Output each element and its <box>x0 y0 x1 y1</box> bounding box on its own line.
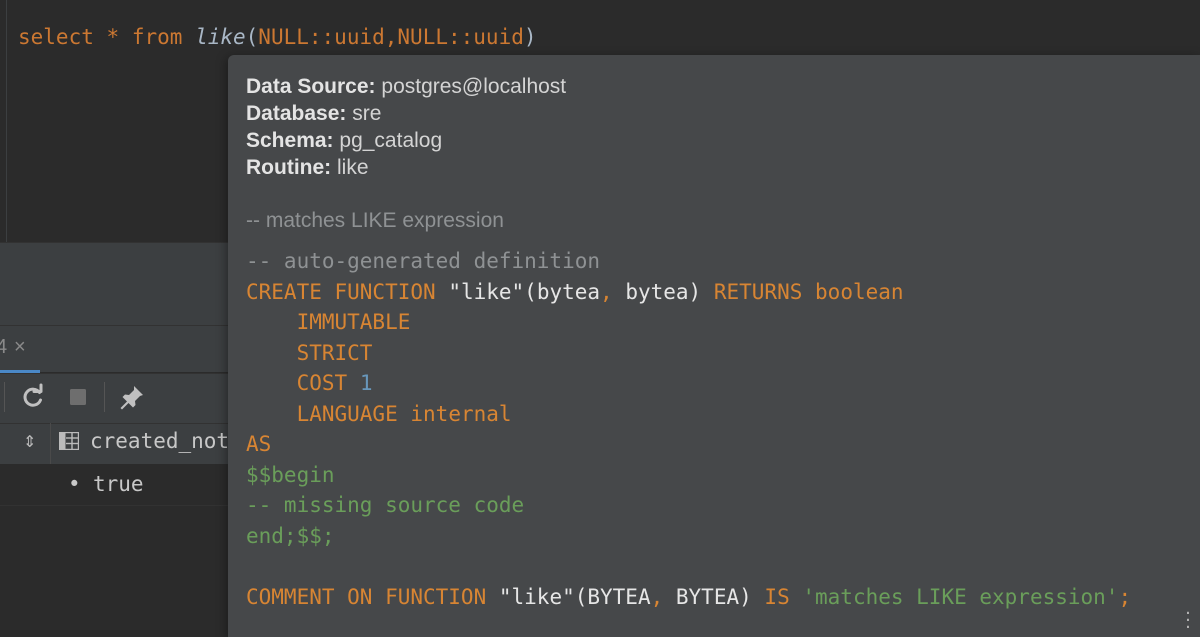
code-comment-autogen: -- auto-generated definition <box>246 249 601 273</box>
return-type: boolean <box>815 279 904 304</box>
sort-arrows-icon[interactable]: ⇕ <box>23 432 36 451</box>
strict-keyword: STRICT <box>296 340 373 365</box>
database-label: Database: <box>246 102 347 125</box>
refresh-icon[interactable] <box>19 383 47 411</box>
routine-metadata: Data Source: postgres@localhost Database… <box>246 73 566 181</box>
function-name[interactable]: like <box>195 25 246 49</box>
star-operator: * <box>106 25 120 49</box>
data-source-line: Data Source: postgres@localhost <box>246 73 566 100</box>
function-name-string: "like" <box>448 279 525 304</box>
close-paren: ) <box>523 25 537 49</box>
comment-params-open: (BYTEA <box>574 584 651 609</box>
uuid-type-2: uuid <box>473 25 524 49</box>
schema-value: pg_catalog <box>339 129 443 152</box>
database-line: Database: sre <box>246 100 566 127</box>
is-keyword: IS <box>764 584 790 609</box>
cell-bullet: • <box>68 472 81 496</box>
more-options-icon[interactable]: · · · <box>1184 605 1192 637</box>
stop-icon[interactable] <box>64 383 92 411</box>
comment-params-close: BYTEA) <box>663 584 752 609</box>
data-source-value: postgres@localhost <box>381 75 567 98</box>
close-tab-icon[interactable]: × <box>14 336 26 359</box>
cost-value: 1 <box>359 371 373 395</box>
routine-line: Routine: like <box>246 154 566 181</box>
as-keyword: AS <box>246 432 272 456</box>
from-keyword: from <box>131 25 183 49</box>
open-paren: ( <box>245 25 259 49</box>
cost-keyword: COST <box>296 371 348 395</box>
returns-keyword: RETURNS <box>713 279 803 304</box>
comment-params-comma: , <box>650 584 664 609</box>
null-arg-2: NULL <box>397 25 448 49</box>
statement-semicolon: ; <box>1118 584 1132 609</box>
params-open: (bytea <box>524 279 601 304</box>
routine-description: -- matches LIKE expression <box>246 209 504 232</box>
schema-line: Schema: pg_catalog <box>246 127 566 154</box>
editor-gutter-divider <box>6 0 7 242</box>
body-end: end;$$; <box>246 523 335 548</box>
params-comma: , <box>600 279 613 304</box>
language-value: internal <box>410 401 512 426</box>
missing-source-comment: -- missing source code <box>246 493 525 517</box>
toolbar-separator <box>4 382 5 412</box>
comment-on-function-keyword: COMMENT ON FUNCTION <box>246 584 487 609</box>
quick-documentation-popup[interactable]: Data Source: postgres@localhost Database… <box>228 55 1200 637</box>
result-tab-label[interactable]: 4 <box>0 336 7 359</box>
table-column-icon <box>58 431 80 451</box>
schema-label: Schema: <box>246 129 334 152</box>
table-cell-value[interactable]: true <box>93 472 144 496</box>
database-value: sre <box>352 102 382 125</box>
uuid-type-1: uuid <box>334 25 385 49</box>
body-begin: $$begin <box>246 462 335 487</box>
cast-operator-1: :: <box>308 25 335 49</box>
query-line[interactable]: select * from like(NULL::uuid,NULL::uuid… <box>18 22 537 52</box>
arg-comma: , <box>384 25 398 49</box>
function-definition-code[interactable]: -- auto-generated definition CREATE FUNC… <box>246 246 1131 612</box>
immutable-keyword: IMMUTABLE <box>296 310 411 334</box>
create-function-keyword: CREATE FUNCTION <box>246 279 436 304</box>
column-header-created-not[interactable]: created_not <box>90 429 229 453</box>
select-keyword: select <box>18 25 94 49</box>
routine-label: Routine: <box>246 156 332 179</box>
pin-icon[interactable] <box>118 383 146 411</box>
comment-string: 'matches LIKE expression' <box>802 584 1119 609</box>
null-arg-1: NULL <box>258 25 309 49</box>
routine-value: like <box>337 156 369 179</box>
params-close: bytea) <box>612 279 702 304</box>
cast-operator-2: :: <box>447 25 474 49</box>
data-source-label: Data Source: <box>246 75 376 98</box>
ide-window: select * from like(NULL::uuid,NULL::uuid… <box>0 0 1200 637</box>
language-keyword: LANGUAGE <box>296 401 398 426</box>
comment-function-name: "like" <box>498 584 575 609</box>
toolbar-separator-2 <box>104 382 105 412</box>
